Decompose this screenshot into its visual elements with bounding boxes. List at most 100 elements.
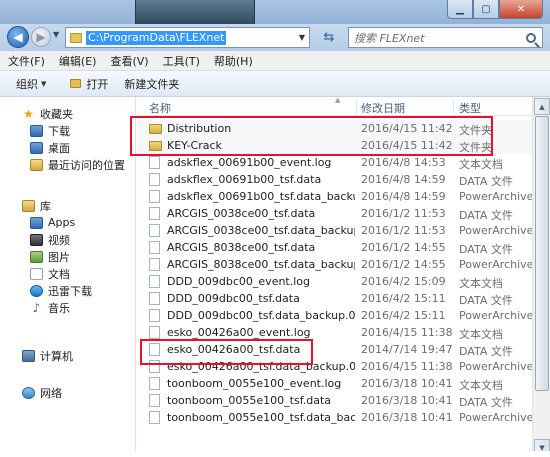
file-row[interactable]: ARCGIS_8038ce00_tsf.data 2016/1/2 14:55 … <box>137 239 532 256</box>
history-dropdown-icon[interactable]: ▼ <box>53 30 59 39</box>
highlight-box-esko-data <box>140 339 313 365</box>
file-row[interactable]: adskflex_00691b00_tsf.data 2016/4/8 14:5… <box>137 171 532 188</box>
file-row[interactable]: toonboom_0055e100_event.log 2016/3/18 10… <box>137 375 532 392</box>
minimize-button[interactable]: ▁ <box>447 0 473 19</box>
file-type: 文本文档 <box>459 379 503 392</box>
file-list: Distribution 2016/4/15 11:42 文件夹 KEY-Cra… <box>137 120 538 426</box>
nav-documents[interactable]: 文档 <box>0 265 136 282</box>
menu-file[interactable]: 文件(F) <box>8 53 45 69</box>
nav-item-label: 桌面 <box>48 141 70 155</box>
file-name: ARCGIS_0038ce00_tsf.data_backup.001 <box>167 224 355 237</box>
refresh-button[interactable]: ⇆ <box>314 27 344 48</box>
menu-help[interactable]: 帮助(H) <box>214 53 253 69</box>
nav-thunder-downloads[interactable]: 迅雷下载 <box>0 282 136 299</box>
scroll-up-button[interactable]: ▲ <box>534 98 550 115</box>
refresh-icon: ⇆ <box>323 30 335 45</box>
chevron-down-icon[interactable]: ▼ <box>295 33 309 42</box>
file-type: DATA 文件 <box>459 396 513 409</box>
column-divider[interactable] <box>453 99 454 114</box>
nav-libraries[interactable]: 库 <box>0 197 136 214</box>
file-row[interactable]: adskflex_00691b00_tsf.data_backup.0... 2… <box>137 188 538 205</box>
nav-desktop[interactable]: 桌面 <box>0 139 136 156</box>
close-button[interactable]: ✕ <box>499 0 543 19</box>
column-divider[interactable] <box>356 99 357 114</box>
organize-label: 组织 <box>16 77 38 91</box>
file-icon <box>149 394 160 407</box>
file-row[interactable]: DDD_009dbc00_event.log 2016/4/2 15:09 文本… <box>137 273 532 290</box>
sort-arrow-icon: ▲ <box>335 96 341 104</box>
menu-bar: 文件(F) 编辑(E) 查看(V) 工具(T) 帮助(H) <box>0 51 550 71</box>
address-field[interactable]: C:\ProgramData\FLEXnet ▼ <box>65 27 310 48</box>
command-bar: 组织 ▼ 打开 新建文件夹 <box>0 71 550 97</box>
file-date: 2016/1/2 14:55 <box>361 241 446 254</box>
file-row[interactable]: adskflex_00691b00_event.log 2016/4/8 14:… <box>137 154 532 171</box>
search-icon[interactable] <box>526 32 536 43</box>
apps-icon <box>30 216 43 229</box>
navigation-pane: ★ 收藏夹 下载 桌面 最近访问的位置 库 Apps 视频 图片 文档 迅雷下载… <box>0 97 136 457</box>
maximize-button[interactable]: ▢ <box>473 0 499 19</box>
file-name: DDD_009dbc00_event.log <box>167 275 311 288</box>
nav-network[interactable]: 网络 <box>0 384 136 401</box>
column-name[interactable]: 名称 <box>149 100 171 116</box>
vertical-scrollbar[interactable]: ▲ ▼ <box>532 97 550 457</box>
menu-tools[interactable]: 工具(T) <box>163 53 200 69</box>
folder-icon <box>70 32 82 43</box>
thunder-icon <box>30 284 43 297</box>
open-button[interactable]: 打开 <box>70 76 108 92</box>
scroll-thumb[interactable] <box>535 116 549 391</box>
file-row[interactable]: toonboom_0055e100_tsf.data 2016/3/18 10:… <box>137 392 532 409</box>
file-icon <box>149 224 160 237</box>
file-name: adskflex_00691b00_tsf.data_backup.0... <box>167 190 355 203</box>
file-type: DATA 文件 <box>459 345 513 358</box>
back-button[interactable]: ◀ <box>7 26 29 48</box>
nav-item-label: 视频 <box>48 233 70 247</box>
nav-videos[interactable]: 视频 <box>0 231 136 248</box>
network-icon <box>22 386 35 399</box>
nav-computer[interactable]: 计算机 <box>0 347 136 364</box>
video-icon <box>30 233 43 246</box>
file-date: 2016/4/2 15:11 <box>361 309 446 322</box>
file-row[interactable]: toonboom_0055e100_tsf.data_backu... 2016… <box>137 409 538 426</box>
nav-music[interactable]: ♪ 音乐 <box>0 299 136 316</box>
file-name: DDD_009dbc00_tsf.data <box>167 292 300 305</box>
network-section: 网络 <box>0 384 136 401</box>
file-row[interactable]: DDD_009dbc00_tsf.data 2016/4/2 15:11 DAT… <box>137 290 532 307</box>
column-header-row: ▲ 名称 修改日期 类型 <box>137 96 550 116</box>
file-row[interactable]: ARCGIS_0038ce00_tsf.data 2016/1/2 11:53 … <box>137 205 532 222</box>
close-icon: ✕ <box>516 3 526 15</box>
file-name: toonboom_0055e100_tsf.data <box>167 394 332 407</box>
file-type: 文本文档 <box>459 277 503 290</box>
download-folder-icon <box>30 124 43 137</box>
nav-apps[interactable]: Apps <box>0 214 136 231</box>
chevron-up-icon: ▲ <box>539 102 545 111</box>
nav-item-label: 文档 <box>48 267 70 281</box>
file-type: PowerArchiver <box>459 224 538 237</box>
column-type[interactable]: 类型 <box>459 100 481 116</box>
nav-pictures[interactable]: 图片 <box>0 248 136 265</box>
column-date[interactable]: 修改日期 <box>361 100 405 116</box>
new-folder-button[interactable]: 新建文件夹 <box>124 76 179 92</box>
star-icon: ★ <box>23 106 34 121</box>
nav-favorites[interactable]: ★ 收藏夹 <box>0 105 136 122</box>
file-row[interactable]: DDD_009dbc00_tsf.data_backup.001 2016/4/… <box>137 307 538 324</box>
menu-edit[interactable]: 编辑(E) <box>59 53 97 69</box>
nav-downloads[interactable]: 下载 <box>0 122 136 139</box>
open-label: 打开 <box>86 77 109 91</box>
arrow-left-icon: ◀ <box>13 30 23 44</box>
file-date: 2016/1/2 14:55 <box>361 258 446 271</box>
search-input[interactable]: 搜索 FLEXnet <box>348 27 543 48</box>
file-icon <box>149 411 160 424</box>
chevron-down-icon: ▼ <box>41 79 47 88</box>
menu-view[interactable]: 查看(V) <box>110 53 148 69</box>
file-icon <box>149 292 160 305</box>
open-folder-icon <box>70 79 82 88</box>
file-row[interactable]: ARCGIS_8038ce00_tsf.data_backup.001 2016… <box>137 256 538 273</box>
file-date: 2016/4/15 11:38 <box>361 360 453 373</box>
organize-button[interactable]: 组织 ▼ <box>16 76 46 92</box>
file-row[interactable]: ARCGIS_0038ce00_tsf.data_backup.001 2016… <box>137 222 538 239</box>
file-name: adskflex_00691b00_tsf.data <box>167 173 322 186</box>
forward-button[interactable]: ▶ <box>31 27 51 47</box>
computer-section: 计算机 <box>0 347 136 364</box>
address-path[interactable]: C:\ProgramData\FLEXnet <box>86 30 227 45</box>
nav-recent-places[interactable]: 最近访问的位置 <box>0 156 136 173</box>
